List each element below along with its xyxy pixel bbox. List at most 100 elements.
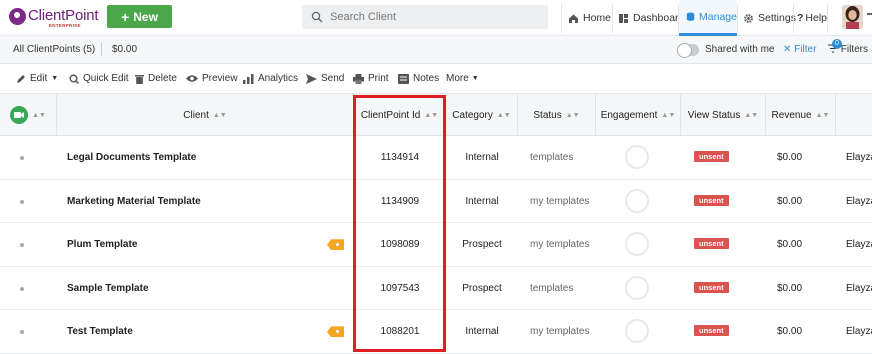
- summary-bar: All ClientPoints (5) $0.00 Shared with m…: [0, 36, 872, 64]
- new-button[interactable]: + New: [107, 5, 172, 28]
- category-value: Prospect: [462, 239, 502, 251]
- status-value: my templates: [530, 326, 590, 338]
- eye-icon: [186, 75, 198, 82]
- nav-divider: [827, 3, 828, 33]
- edit-button[interactable]: Edit ▼: [16, 73, 58, 84]
- column-view-status[interactable]: View Status ▲▼: [681, 94, 766, 136]
- analytics-label: Analytics: [258, 73, 299, 84]
- nav-manage[interactable]: Manage: [679, 0, 737, 36]
- owner-value: Elayza: [846, 326, 872, 338]
- preview-button[interactable]: Preview: [186, 73, 238, 84]
- column-view-status-label: View Status: [687, 109, 741, 121]
- filters-button[interactable]: 0 Filters: [828, 39, 868, 55]
- sort-icon: ▲▼: [424, 111, 439, 119]
- question-icon: ?: [797, 12, 804, 24]
- search-input[interactable]: [330, 11, 530, 23]
- nav-home[interactable]: Home: [568, 0, 611, 36]
- status-value: templates: [530, 282, 574, 294]
- send-label: Send: [321, 73, 345, 84]
- summary-divider: [101, 43, 102, 56]
- nav-dashboard[interactable]: Dashboard: [618, 0, 684, 36]
- column-category[interactable]: Category ▲▼: [446, 94, 518, 136]
- analytics-button[interactable]: Analytics: [243, 73, 298, 84]
- revenue-value: $0.00: [777, 152, 803, 163]
- column-revenue[interactable]: Revenue ▲▼: [766, 94, 836, 136]
- video-column-header[interactable]: ▲▼: [0, 94, 57, 136]
- clientpoint-id: 1088201: [380, 326, 420, 338]
- sort-icon: ▲▼: [212, 111, 227, 119]
- table-row[interactable]: Test Template 1088201 Internal my templates…: [0, 310, 872, 354]
- nav-home-label: Home: [583, 12, 612, 24]
- delete-button[interactable]: Delete: [135, 73, 177, 84]
- nav-divider: [737, 3, 738, 33]
- clientpoint-id: 1134914: [380, 152, 420, 163]
- status-value: my templates: [530, 195, 590, 207]
- quick-edit-label: Quick Edit: [83, 73, 129, 84]
- view-status-badge: unsent: [694, 281, 729, 293]
- client-name[interactable]: Legal Documents Template: [67, 136, 322, 179]
- category-value: Prospect: [462, 282, 502, 294]
- table-row[interactable]: Legal Documents Template 1134914 Internal t…: [0, 136, 872, 180]
- quick-edit-button[interactable]: Quick Edit: [69, 73, 129, 84]
- sort-icon: ▲▼: [496, 111, 511, 119]
- logo-mark-icon: [9, 8, 26, 25]
- row-select-dot[interactable]: [20, 199, 24, 204]
- column-clientpoint-id[interactable]: ClientPoint Id ▲▼: [354, 94, 446, 136]
- engagement-ring-icon: [625, 232, 649, 257]
- print-button[interactable]: Print: [353, 73, 389, 84]
- send-button[interactable]: Send: [306, 73, 344, 84]
- revenue-value: $0.00: [777, 282, 803, 294]
- row-select-dot[interactable]: [20, 156, 24, 160]
- sort-icon: ▲▼: [32, 111, 46, 119]
- nav-help[interactable]: ? Help: [797, 0, 827, 36]
- client-name[interactable]: Marketing Material Template: [67, 180, 322, 223]
- chevron-down-icon: ▼: [51, 75, 59, 82]
- top-bar: ClientPoint ENTERPRISE + New Home Dashbo…: [0, 0, 872, 36]
- engagement-ring-icon: [625, 145, 649, 169]
- total-amount: $0.00: [112, 44, 138, 55]
- clientpoint-logo[interactable]: ClientPoint ENTERPRISE: [9, 6, 99, 30]
- more-button[interactable]: More ▼: [446, 73, 479, 84]
- row-select-dot[interactable]: [20, 243, 24, 248]
- view-status-badge: unsent: [694, 151, 729, 162]
- table-row[interactable]: Sample Template 1097543 Prospect templates u…: [0, 266, 872, 311]
- column-status[interactable]: Status ▲▼: [518, 94, 596, 136]
- user-photo-icon: [842, 5, 863, 29]
- client-name[interactable]: Test Template: [67, 310, 322, 353]
- dashboard-icon: [619, 13, 628, 23]
- column-engagement[interactable]: Engagement ▲▼: [596, 94, 681, 136]
- nav-help-label: Help: [805, 12, 828, 24]
- shared-with-me-toggle[interactable]: [677, 43, 699, 58]
- table-row[interactable]: Plum Template 1098089 Prospect my templates…: [0, 223, 872, 267]
- quick-edit-icon: [69, 74, 79, 84]
- owner-value: Elayza: [846, 195, 872, 207]
- row-select-dot[interactable]: [20, 286, 24, 291]
- status-value: templates: [530, 152, 574, 163]
- tag-icon[interactable]: [327, 326, 344, 338]
- shared-with-me-label: Shared with me: [705, 44, 775, 55]
- engagement-ring-icon: [625, 188, 649, 213]
- nav-settings[interactable]: Settings: [743, 0, 796, 36]
- revenue-value: $0.00: [777, 195, 803, 207]
- table-row[interactable]: Marketing Material Template 1134909 Intern…: [0, 179, 872, 224]
- search-box[interactable]: [302, 5, 548, 29]
- preview-label: Preview: [202, 73, 238, 84]
- notes-button[interactable]: Notes: [398, 73, 439, 84]
- owner-value: Elayza: [846, 152, 872, 163]
- column-client[interactable]: Client ▲▼: [57, 94, 354, 136]
- nav-settings-label: Settings: [758, 12, 796, 24]
- category-value: Internal: [465, 326, 499, 338]
- user-menu-chevron-icon[interactable]: [867, 13, 872, 15]
- clientpoint-id: 1134909: [380, 195, 420, 207]
- print-icon: [353, 73, 364, 84]
- filter-link[interactable]: ✕ Filter: [783, 44, 816, 55]
- client-name[interactable]: Sample Template: [67, 267, 322, 310]
- pencil-icon: [17, 74, 25, 83]
- client-name[interactable]: Plum Template: [67, 223, 322, 266]
- avatar[interactable]: [842, 5, 863, 29]
- analytics-icon: [243, 73, 254, 84]
- new-button-label: New: [133, 9, 158, 24]
- clientpoint-count[interactable]: All ClientPoints (5): [13, 44, 95, 55]
- tag-icon[interactable]: [327, 239, 344, 251]
- row-select-dot[interactable]: [20, 330, 24, 335]
